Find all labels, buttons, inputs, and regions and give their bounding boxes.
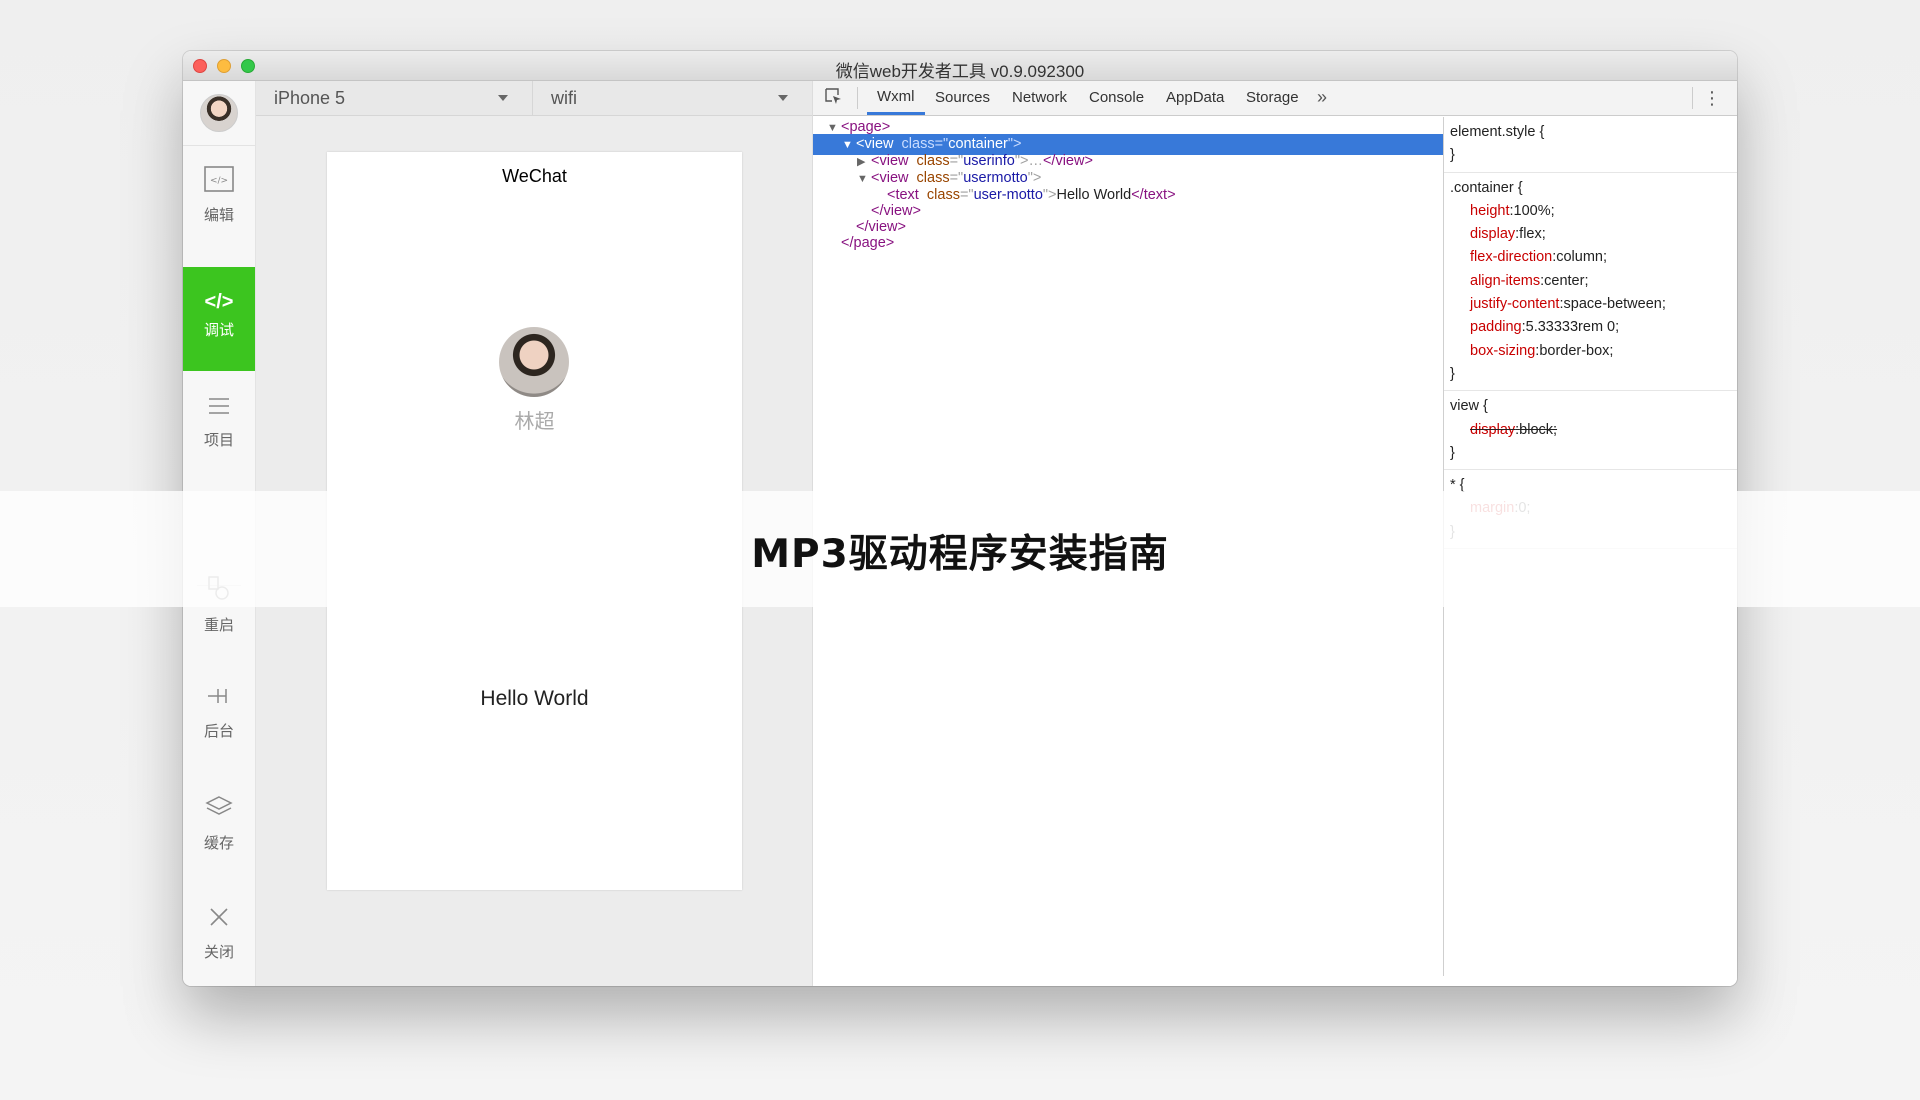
background-icon [183, 684, 255, 714]
tab-sources[interactable]: Sources [935, 81, 990, 115]
toolbar-divider [857, 87, 858, 109]
device-select[interactable]: iPhone 5 [256, 81, 533, 115]
style-close-brace: } [1450, 444, 1455, 461]
banner-title: MP3驱动程序安装指南 [751, 532, 1169, 577]
style-close-brace: } [1450, 147, 1455, 164]
tab-appdata[interactable]: AppData [1166, 81, 1224, 115]
style-rule-element: element.style { } [1444, 117, 1737, 173]
style-declaration[interactable]: padding:5.33333rem 0; [1450, 316, 1737, 339]
sidebar-avatar-container [183, 81, 255, 146]
profile-nickname: 林超 [514, 411, 555, 433]
style-rule-container: .container { height:100%; display:flex; … [1444, 173, 1737, 392]
svg-text:</>: </> [210, 176, 228, 186]
sidebar-item-label: 后台 [203, 723, 234, 740]
sidebar-item-close[interactable]: 关闭 [183, 905, 255, 962]
network-select-value: wifi [551, 88, 577, 108]
title-bar: 微信web开发者工具 v0.9.092300 [183, 51, 1737, 81]
tab-storage[interactable]: Storage [1246, 81, 1299, 115]
chevron-down-icon [778, 95, 788, 101]
desktop-background: 微信web开发者工具 v0.9.092300 </> 编辑 </> 调试 项目 … [0, 0, 1920, 1100]
style-close-brace: } [1450, 365, 1455, 382]
window-title: 微信web开发者工具 v0.9.092300 [835, 62, 1085, 81]
sidebar-item-label: 缓存 [203, 835, 234, 852]
layers-icon [183, 794, 255, 826]
user-motto-text: Hello World [480, 687, 589, 710]
sidebar-item-label: 编辑 [203, 207, 234, 224]
kebab-menu-icon[interactable]: ⋮ [1703, 87, 1721, 109]
debug-code-icon: </> [204, 291, 234, 313]
style-declaration[interactable]: justify-content:space-between; [1450, 293, 1737, 316]
tab-wxml[interactable]: Wxml [867, 81, 925, 115]
style-declaration[interactable]: flex-direction:column; [1450, 246, 1737, 269]
chevron-down-icon [498, 95, 508, 101]
devtools-tab-bar: Wxml Sources Network Console AppData Sto… [813, 81, 1737, 116]
inspect-element-icon[interactable] [825, 88, 843, 106]
style-selector[interactable]: .container { [1450, 177, 1737, 200]
menu-lines-icon [183, 393, 255, 423]
more-tabs-icon[interactable]: » [1317, 81, 1327, 113]
close-icon [183, 905, 255, 935]
sidebar-item-label: 项目 [203, 432, 234, 449]
profile-avatar[interactable] [499, 327, 569, 397]
tab-network[interactable]: Network [1012, 81, 1067, 115]
network-select[interactable]: wifi [533, 81, 812, 115]
sidebar-item-background[interactable]: 后台 [183, 684, 255, 741]
user-avatar[interactable] [200, 94, 238, 132]
style-declaration[interactable]: align-items:center; [1450, 270, 1737, 293]
style-declaration[interactable]: box-sizing:border-box; [1450, 340, 1737, 363]
device-select-value: iPhone 5 [274, 88, 346, 108]
simulator-toolbar: iPhone 5 wifi [256, 81, 812, 116]
sidebar-item-label: 调试 [203, 322, 234, 339]
sidebar-item-label: 关闭 [203, 944, 234, 961]
phone-nav-title: WeChat [502, 166, 567, 186]
sidebar-item-edit[interactable]: </> 编辑 [183, 166, 255, 225]
toolbar-divider [1692, 87, 1693, 109]
style-declaration[interactable]: height:100%; [1450, 200, 1737, 223]
style-declaration-overridden[interactable]: display:block; [1450, 419, 1737, 442]
tree-node-page-close[interactable]: </page> [813, 233, 1443, 254]
tab-console[interactable]: Console [1089, 81, 1144, 115]
sidebar-item-debug[interactable]: </> 调试 [183, 267, 255, 371]
sidebar-item-label: 重启 [203, 617, 234, 634]
sidebar-item-project[interactable]: 项目 [183, 393, 255, 450]
style-selector[interactable]: view { [1450, 395, 1737, 418]
code-editor-icon: </> [183, 166, 255, 198]
sidebar-item-cache[interactable]: 缓存 [183, 794, 255, 853]
style-declaration[interactable]: display:flex; [1450, 223, 1737, 246]
style-rule-view: view { display:block; } [1444, 391, 1737, 471]
style-selector[interactable]: element.style { [1450, 121, 1737, 144]
